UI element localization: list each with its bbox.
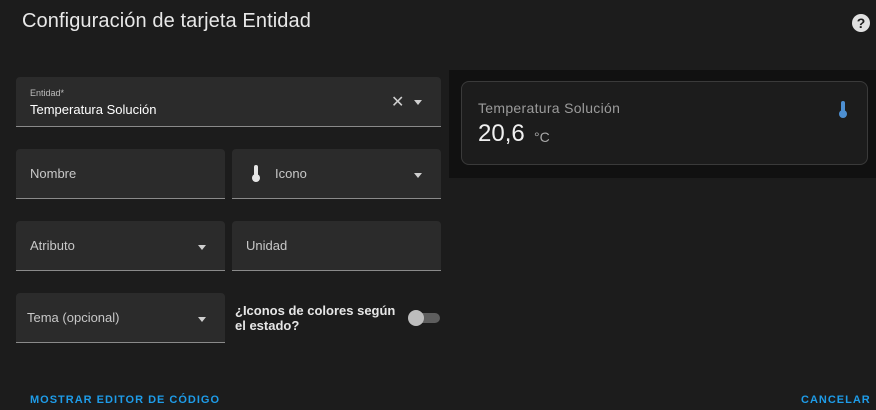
card-unit: °C: [534, 129, 550, 145]
state-color-toggle[interactable]: [408, 310, 440, 326]
icon-label: Icono: [275, 166, 307, 181]
cancel-button[interactable]: CANCELAR: [801, 394, 871, 406]
name-field[interactable]: Nombre: [16, 149, 225, 199]
toggle-knob: [408, 310, 424, 326]
dialog-title: Configuración de tarjeta Entidad: [22, 10, 311, 32]
unit-label: Unidad: [246, 238, 288, 253]
entity-label: Entidad*: [30, 88, 65, 98]
entity-value: Temperatura Solución: [30, 102, 157, 117]
thermometer-icon: [252, 165, 260, 182]
theme-select[interactable]: Tema (opcional): [16, 293, 225, 343]
chevron-down-icon[interactable]: [198, 245, 206, 250]
chevron-down-icon[interactable]: [414, 100, 422, 105]
thermometer-icon: [839, 101, 847, 118]
attribute-label: Atributo: [30, 238, 75, 253]
chevron-down-icon[interactable]: [414, 173, 422, 178]
theme-label: Tema (opcional): [27, 310, 120, 325]
icon-picker[interactable]: Icono: [232, 149, 441, 199]
clear-icon[interactable]: ✕: [391, 95, 404, 111]
state-color-label: ¿Iconos de colores según el estado?: [235, 303, 396, 333]
unit-field[interactable]: Unidad: [232, 221, 441, 271]
entity-card-preview[interactable]: Temperatura Solución 20,6 °C: [461, 81, 868, 165]
chevron-down-icon[interactable]: [198, 317, 206, 322]
attribute-select[interactable]: Atributo: [16, 221, 225, 271]
card-name: Temperatura Solución: [478, 100, 621, 116]
name-label: Nombre: [30, 166, 77, 181]
help-icon[interactable]: ?: [852, 14, 870, 32]
entity-picker[interactable]: Entidad* Temperatura Solución ✕: [16, 77, 441, 127]
card-state: 20,6: [478, 120, 525, 147]
show-code-editor-button[interactable]: MOSTRAR EDITOR DE CÓDIGO: [30, 394, 220, 406]
